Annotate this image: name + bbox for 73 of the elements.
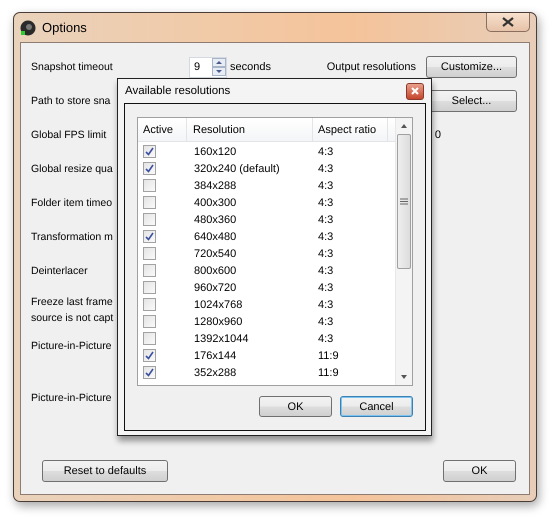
checkbox[interactable] bbox=[143, 281, 156, 294]
table-cell-text: 4:3 bbox=[317, 146, 334, 158]
table-cell-text: 4:3 bbox=[317, 282, 334, 294]
setting-label: Transformation m bbox=[31, 230, 113, 245]
table-cell-text: 1280x960 bbox=[193, 316, 244, 328]
setting-label: Output resolutions bbox=[326, 61, 416, 73]
table-cell-text: 4:3 bbox=[317, 230, 334, 242]
value-text: 0 bbox=[434, 129, 441, 141]
table-cell-text: 1024x768 bbox=[193, 298, 244, 310]
table-cell-text: 800x600 bbox=[193, 264, 238, 276]
checkbox[interactable] bbox=[143, 247, 156, 260]
disc-icon bbox=[20, 20, 36, 36]
table-cell-text: 176x144 bbox=[193, 350, 238, 362]
dialog-title: Available resolutions bbox=[125, 85, 230, 97]
checkbox[interactable] bbox=[143, 162, 156, 175]
setting-label: Folder item timeo bbox=[31, 196, 112, 211]
scrollbar[interactable] bbox=[395, 118, 412, 385]
checkbox[interactable] bbox=[143, 298, 156, 311]
table-cell-text: 352x288 bbox=[193, 366, 238, 378]
table-cell-text: 4:3 bbox=[317, 196, 334, 208]
close-icon bbox=[411, 87, 419, 95]
setting-label: Snapshot timeout bbox=[31, 60, 113, 75]
checkbox[interactable] bbox=[143, 179, 156, 192]
setting-label: Path to store sna bbox=[31, 94, 110, 109]
table-cell-text: 400x300 bbox=[193, 196, 238, 208]
checkbox[interactable] bbox=[143, 315, 156, 328]
table-cell-text: 384x288 bbox=[193, 180, 238, 192]
table-cell-text: 4:3 bbox=[317, 298, 334, 310]
customize-button[interactable]: Customize... bbox=[426, 56, 517, 78]
window-title: Options bbox=[42, 20, 87, 35]
column-header[interactable]: Aspect ratio bbox=[313, 118, 388, 141]
cancel-button[interactable]: Cancel bbox=[340, 396, 413, 417]
reset-button[interactable]: Reset to defaults bbox=[42, 460, 168, 482]
setting-label: Picture-in-Picture bbox=[31, 339, 112, 354]
table-cell-text: 640x480 bbox=[193, 230, 238, 242]
table-cell-text: 4:3 bbox=[317, 180, 334, 192]
close-button[interactable] bbox=[486, 13, 530, 32]
table-cell-text: 720x540 bbox=[193, 248, 238, 260]
table-cell-text: 480x360 bbox=[193, 214, 238, 226]
table-cell-text: 11:9 bbox=[317, 350, 339, 362]
table-cell-text: 4:3 bbox=[317, 214, 334, 226]
checkbox[interactable] bbox=[143, 264, 156, 277]
scroll-thumb[interactable] bbox=[397, 134, 411, 269]
table-cell-text: 11:9 bbox=[317, 366, 339, 378]
setting-label: Freeze last frame source is not capt bbox=[31, 295, 114, 326]
close-icon bbox=[502, 17, 514, 27]
number-spinner[interactable]: 9 bbox=[189, 56, 227, 78]
checkbox[interactable] bbox=[143, 230, 156, 243]
column-header[interactable]: Active bbox=[138, 118, 187, 141]
table-cell-text: 320x240 (default) bbox=[193, 162, 281, 174]
checkbox[interactable] bbox=[143, 332, 156, 345]
ok-button[interactable]: OK bbox=[443, 460, 516, 482]
table-cell-text: 1392x1044 bbox=[193, 332, 250, 344]
table-cell-text: 4:3 bbox=[317, 162, 334, 174]
setting-label: Global FPS limit bbox=[31, 128, 106, 143]
table-cell-text: 4:3 bbox=[317, 316, 334, 328]
checkbox[interactable] bbox=[143, 213, 156, 226]
ok-button[interactable]: OK bbox=[259, 396, 332, 417]
table-cell-text: 4:3 bbox=[317, 248, 334, 260]
checkbox[interactable] bbox=[143, 196, 156, 209]
checkbox[interactable] bbox=[143, 349, 156, 362]
table-cell-text: 160x120 bbox=[193, 146, 238, 158]
checkbox[interactable] bbox=[143, 366, 156, 379]
setting-label: Global resize qua bbox=[31, 162, 113, 177]
checkbox[interactable] bbox=[143, 145, 156, 158]
close-button[interactable] bbox=[406, 82, 424, 100]
setting-label: Picture-in-Picture bbox=[31, 391, 112, 406]
table-cell-text: 960x720 bbox=[193, 282, 238, 294]
table-cell-text: 4:3 bbox=[317, 264, 334, 276]
setting-label: Deinterlacer bbox=[31, 264, 88, 279]
unit-label: seconds bbox=[230, 61, 271, 73]
column-header[interactable]: Resolution bbox=[187, 118, 313, 141]
table-cell-text: 4:3 bbox=[317, 332, 334, 344]
